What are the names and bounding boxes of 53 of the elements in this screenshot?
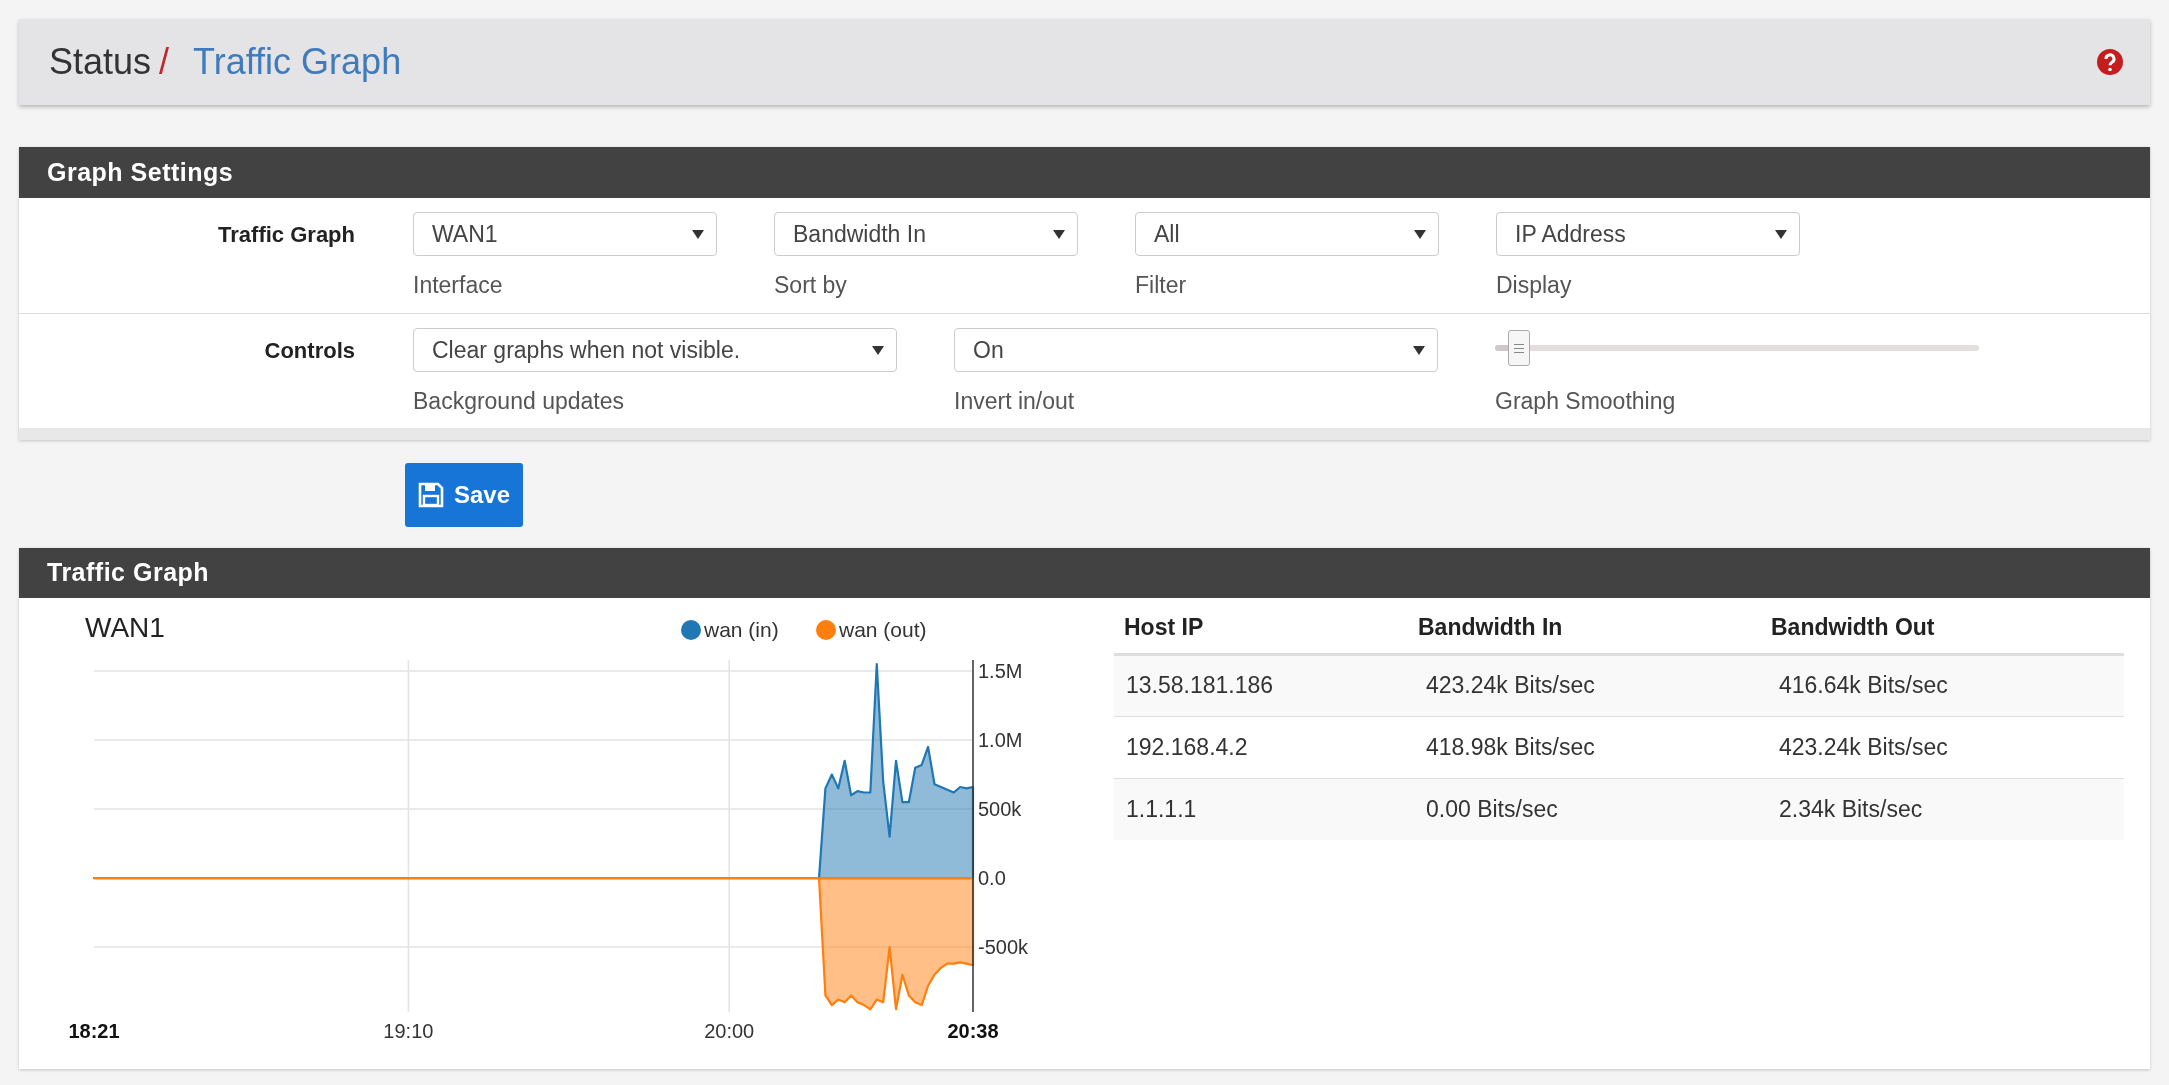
help-text: Display [1496,272,1572,298]
column-header: Bandwidth Out [1771,602,2124,654]
table-cell: 192.168.4.2 [1114,716,1418,778]
table-cell: 423.24k Bits/sec [1418,654,1771,716]
caret-icon [872,345,884,355]
table-cell: 1.1.1.1 [1114,778,1418,840]
dropdown[interactable]: Bandwidth In [774,212,1078,256]
breadcrumb-page: Traffic Graph [193,40,402,84]
x-tick-label: 20:38 [947,1020,999,1042]
y-tick-label: 1.5M [978,660,1023,683]
help-text: Interface [413,272,503,298]
field-label: Traffic Graph [218,222,355,247]
panel-title: Graph Settings [47,156,234,188]
x-tick-label: 19:10 [383,1020,434,1042]
dropdown[interactable]: On [954,328,1438,372]
panel-title: Traffic Graph [47,557,210,589]
dropdown[interactable]: Clear graphs when not visible. [413,328,897,372]
dropdown[interactable]: All [1135,212,1439,256]
table-cell: 416.64k Bits/sec [1771,654,2124,716]
table-cell: 418.98k Bits/sec [1418,716,1771,778]
help-text: Sort by [774,272,847,298]
column-header: Bandwidth In [1418,602,1771,654]
chart-title: WAN1 [85,612,165,643]
table-cell: 2.34k Bits/sec [1771,778,2124,840]
dropdown[interactable]: WAN1 [413,212,717,256]
caret-icon [1414,229,1426,239]
breadcrumb-section: Status [49,35,152,89]
y-tick-label: 500k [978,798,1022,821]
legend-label: wan (in) [704,618,779,641]
save-button[interactable]: Save [405,463,524,527]
caret-icon [1775,229,1787,239]
table-cell: 423.24k Bits/sec [1771,716,2124,778]
slider-thumb[interactable] [1508,330,1531,366]
table-cell: 0.00 Bits/sec [1418,778,1771,840]
caret-icon [692,229,704,239]
table-cell: 13.58.181.186 [1114,654,1418,716]
x-tick-label: 18:21 [68,1020,120,1042]
y-tick-label: 1.0M [978,729,1023,752]
help-text: Background updates [413,388,624,414]
x-tick-label: 20:00 [704,1020,755,1042]
help-text: Filter [1135,272,1187,298]
y-tick-label: 0.0 [978,867,1006,890]
help-text: Graph Smoothing [1495,388,1676,414]
help-icon[interactable] [2096,48,2124,76]
y-tick-label: -500k [978,936,1029,959]
legend-label: wan (out) [839,618,927,641]
breadcrumb-separator: / [159,40,170,84]
column-header: Host IP [1114,602,1418,654]
caret-icon [1413,345,1425,355]
field-label: Controls [264,338,355,363]
caret-icon [1053,229,1065,239]
help-text: Invert in/out [954,388,1075,414]
dropdown[interactable]: IP Address [1496,212,1800,256]
